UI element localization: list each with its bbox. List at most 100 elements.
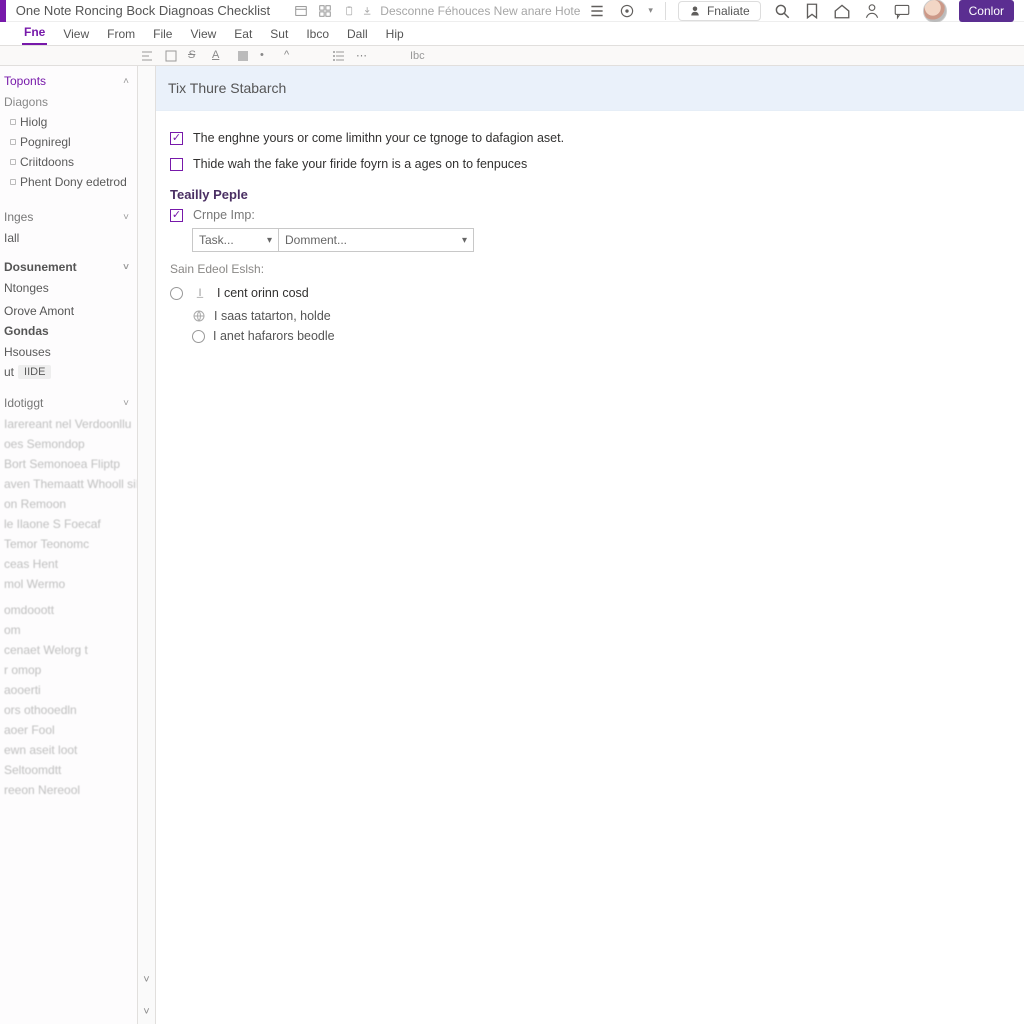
user-icon[interactable] (863, 2, 881, 20)
layout-icon[interactable] (294, 4, 308, 18)
chevron-up-icon: ˄ (123, 76, 129, 87)
tool-a[interactable]: A (212, 49, 226, 63)
radio-row-2: I saas tatarton, holde (170, 306, 1010, 326)
sidebar-section-inges[interactable]: Inges ˅ (0, 206, 137, 228)
sidebar-section-toponts[interactable]: Toponts ˄ (0, 70, 137, 92)
radio-row-1: I̲ I cent orinn cosd (170, 280, 1010, 306)
check-row-3: Crnpe Imp: (170, 206, 1010, 224)
sidebar-item[interactable]: Iall (0, 228, 137, 248)
radio-label-3: I anet hafarors beodle (213, 329, 335, 343)
sidebar-header-label: Gondas (4, 324, 49, 338)
sidebar-item[interactable]: Pogniregl (0, 132, 137, 152)
paste-icon[interactable] (344, 2, 354, 20)
tab-from[interactable]: From (105, 27, 137, 45)
check-row-1: The enghne yours or come limithn your ce… (170, 125, 1010, 151)
sidebar-section-gondas[interactable]: Gondas (0, 320, 137, 342)
tab-view-2[interactable]: View (188, 27, 218, 45)
chevron-down-icon: ▾ (462, 235, 467, 246)
page-area: Tix Thure Stabarch The enghne yours or c… (156, 66, 1024, 1024)
tab-ibco[interactable]: Ibco (304, 27, 331, 45)
checkbox-1[interactable] (170, 132, 183, 145)
sidebar: Toponts ˄ Diagons Hiolg Pogniregl Criitd… (0, 66, 138, 1024)
select-placeholder: Domment... (285, 233, 347, 247)
finalize-button[interactable]: Fnaliate (678, 1, 761, 21)
nav-chevron-down[interactable]: ˅ (143, 974, 149, 986)
person-icon (689, 5, 701, 17)
home-icon[interactable] (833, 2, 851, 20)
sidebar-blurred-list: Iarereant nel Verdoonllu oes Semondop Bo… (0, 414, 137, 800)
sidebar-tag: IIDE (18, 365, 51, 379)
ribbon-tabs: Fne View From File View Eat Sut Ibco Dal… (0, 22, 1024, 46)
avatar[interactable] (923, 0, 947, 23)
titlebar: One Note Roncing Bock Diagnoas Checklist… (0, 0, 1024, 22)
sidebar-item[interactable]: Hiolg (0, 112, 137, 132)
sidebar-header-label: Inges (4, 210, 33, 224)
primary-action-button[interactable]: Conlor (959, 0, 1014, 22)
tab-eat[interactable]: Eat (232, 27, 254, 45)
tool-align[interactable] (140, 49, 154, 63)
nav-chevron-down[interactable]: ˅ (143, 1006, 149, 1018)
section-heading: Teailly Peple (170, 177, 1010, 206)
sidebar-section-dosunement[interactable]: Dosunement ˅ (0, 256, 137, 278)
text-icon: I̲ (193, 286, 207, 300)
sidebar-sub-diagons[interactable]: Diagons (0, 92, 137, 112)
tab-hip[interactable]: Hip (384, 27, 406, 45)
select-task[interactable]: Task... ▾ (192, 228, 278, 252)
sidebar-item[interactable]: Hsouses (0, 342, 137, 362)
check-label-3: Crnpe Imp: (193, 208, 255, 222)
select-placeholder: Task... (199, 233, 234, 247)
bookmark-icon[interactable] (803, 2, 821, 20)
title-quick-icons (280, 4, 332, 18)
tab-file-2[interactable]: File (151, 27, 174, 45)
sidebar-item[interactable]: Criitdoons (0, 152, 137, 172)
radio-label-1: I cent orinn cosd (217, 286, 309, 300)
radio-3[interactable] (192, 330, 205, 343)
tab-sut[interactable]: Sut (268, 27, 290, 45)
radio-label-2: I saas tatarton, holde (214, 309, 331, 323)
chevron-down-icon[interactable]: ▾ (648, 5, 653, 16)
chat-icon[interactable] (893, 2, 911, 20)
menu-icon[interactable] (588, 2, 606, 20)
tool-dot[interactable]: • (260, 49, 274, 63)
tab-dal[interactable]: Dall (345, 27, 370, 45)
sidebar-header-label: Dosunement (4, 260, 77, 274)
nav-strip: ˅ ˅ (138, 66, 156, 1024)
select-row: Task... ▾ Domment... ▾ (192, 228, 1010, 252)
chevron-down-icon: ▾ (267, 235, 272, 246)
globe-icon (192, 309, 206, 323)
sidebar-section-idotiggt[interactable]: Idotiggt ˅ (0, 392, 137, 414)
tool-s[interactable]: S (188, 49, 202, 63)
sidebar-header-label: Idotiggt (4, 396, 43, 410)
finalize-label: Fnaliate (707, 4, 750, 18)
tab-file[interactable]: Fne (22, 25, 47, 45)
settings-target-icon[interactable] (618, 2, 636, 20)
tab-view-1[interactable]: View (61, 27, 91, 45)
tool-more[interactable]: ⋯ (356, 49, 370, 63)
tool-fill[interactable] (236, 49, 250, 63)
chevron-down-icon: ˅ (123, 262, 129, 273)
checkbox-3[interactable] (170, 209, 183, 222)
radio-1[interactable] (170, 287, 183, 300)
search-icon[interactable] (773, 2, 791, 20)
page: Tix Thure Stabarch The enghne yours or c… (156, 66, 1024, 1024)
tool-caret[interactable]: ^ (284, 49, 298, 63)
tool-label: Ibc (410, 50, 425, 62)
tool-box[interactable] (164, 49, 178, 63)
muted-label: Sain Edeol Eslsh: (170, 252, 1010, 280)
checkbox-2[interactable] (170, 158, 183, 171)
window-title: One Note Roncing Bock Diagnoas Checklist (6, 3, 280, 18)
check-label-2: Thide wah the fake your firide foyrn is … (193, 157, 527, 171)
select-domment[interactable]: Domment... ▾ (278, 228, 474, 252)
sidebar-item-orove[interactable]: Orove Amont (0, 298, 137, 320)
sidebar-item[interactable]: Phent Dony edetrod (0, 172, 137, 192)
grid-icon[interactable] (318, 4, 332, 18)
chevron-down-icon: ˅ (123, 212, 129, 223)
chevron-down-icon: ˅ (123, 398, 129, 409)
sidebar-item[interactable]: Ntonges (0, 278, 137, 298)
sidebar-item-tag[interactable]: ut IIDE (0, 362, 137, 382)
search-hint[interactable]: Desconne Féhouces New anare Hote (372, 4, 588, 18)
page-content: The enghne yours or come limithn your ce… (156, 111, 1024, 360)
ribbon-tools: S A • ^ ⋯ Ibc (0, 46, 1024, 66)
download-icon[interactable] (362, 2, 372, 20)
tool-list[interactable] (332, 49, 346, 63)
